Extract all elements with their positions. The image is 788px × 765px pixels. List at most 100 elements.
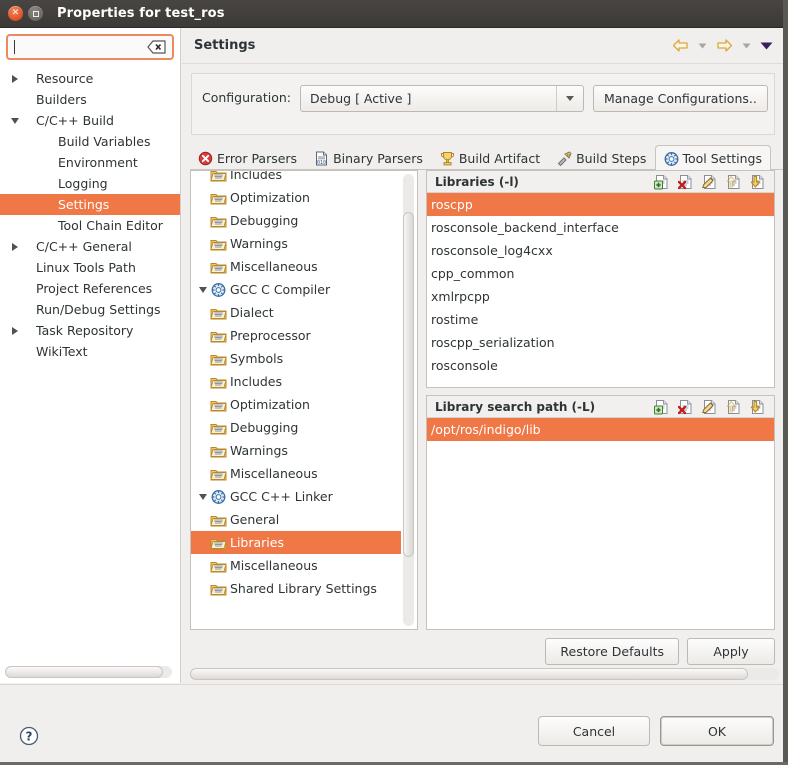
tool-tree-item-label: Shared Library Settings: [230, 581, 377, 596]
move-down-icon[interactable]: [750, 174, 766, 190]
tool-tree-item-optimization[interactable]: Optimization: [191, 393, 401, 416]
list-item[interactable]: roscpp_serialization: [427, 331, 774, 354]
title-bar: ✕ Properties for test_ros: [0, 0, 788, 28]
delete-icon[interactable]: [678, 399, 694, 415]
list-item[interactable]: xmlrpcpp: [427, 285, 774, 308]
add-icon[interactable]: [654, 399, 670, 415]
delete-icon[interactable]: [678, 174, 694, 190]
sidebar-item-logging[interactable]: Logging: [0, 173, 180, 194]
libraries-list: roscpp rosconsole_backend_interface roscon…: [427, 193, 774, 387]
sidebar-item-settings[interactable]: Settings: [0, 194, 180, 215]
tool-tree-item-includes[interactable]: Includes: [191, 171, 401, 186]
tool-tree-item-warnings[interactable]: Warnings: [191, 232, 401, 255]
maximize-icon[interactable]: [28, 6, 43, 21]
search-input[interactable]: [6, 34, 174, 60]
tool-tree-item-gcc-c-linker[interactable]: GCC C++ Linker: [191, 485, 401, 508]
edit-icon[interactable]: [702, 399, 718, 415]
tool-tree-item-dialect[interactable]: Dialect: [191, 301, 401, 324]
sidebar-item-label: Logging: [58, 176, 108, 191]
sidebar-item-linux-tools-path[interactable]: Linux Tools Path: [0, 257, 180, 278]
expand-arrow-icon[interactable]: [4, 68, 26, 89]
manage-configurations-button[interactable]: Manage Configurations..: [592, 85, 768, 112]
tool-tree-item-debugging[interactable]: Debugging: [191, 209, 401, 232]
tool-tree-vertical-scrollbar[interactable]: [403, 174, 415, 626]
sidebar-item-tool-chain-editor[interactable]: Tool Chain Editor: [0, 215, 180, 236]
clear-icon[interactable]: [147, 40, 166, 54]
view-menu-icon[interactable]: [758, 40, 775, 52]
tab-binary-parsers[interactable]: 010 Binary Parsers: [306, 145, 432, 170]
tool-tree-item-miscellaneous[interactable]: Miscellaneous: [191, 255, 401, 278]
tool-tree-item-warnings[interactable]: Warnings: [191, 439, 401, 462]
folder-icon: [210, 305, 227, 321]
sidebar-horizontal-scrollbar[interactable]: [5, 666, 172, 678]
list-item[interactable]: /opt/ros/indigo/lib: [427, 418, 774, 441]
sidebar-item-builders[interactable]: Builders: [0, 89, 180, 110]
back-dropdown-icon[interactable]: [696, 41, 709, 51]
tool-settings-icon: [663, 151, 679, 166]
back-arrow-icon[interactable]: [670, 37, 691, 54]
tool-tree-item-miscellaneous[interactable]: Miscellaneous: [191, 554, 401, 577]
tool-tree-item-shared-library-settings[interactable]: Shared Library Settings: [191, 577, 401, 600]
tool-tree-item-general[interactable]: General: [191, 508, 401, 531]
scrollbar-thumb[interactable]: [190, 668, 748, 680]
edit-icon[interactable]: [702, 174, 718, 190]
page-horizontal-scrollbar[interactable]: [190, 668, 779, 681]
page-navigation: [670, 37, 775, 54]
sidebar-item-build-variables[interactable]: Build Variables: [0, 131, 180, 152]
configuration-select[interactable]: Debug [ Active ]: [299, 85, 584, 112]
sidebar-item-task-repository[interactable]: Task Repository: [0, 320, 180, 341]
expand-arrow-icon[interactable]: [4, 320, 26, 341]
tool-tree-item-label: GCC C Compiler: [230, 282, 331, 297]
tool-tree-item-debugging[interactable]: Debugging: [191, 416, 401, 439]
help-icon[interactable]: ?: [19, 726, 39, 746]
add-icon[interactable]: [654, 174, 670, 190]
tab-strip: Error Parsers 010 Binary Parsers Build Arti…: [190, 144, 783, 170]
list-item[interactable]: rosconsole_log4cxx: [427, 239, 774, 262]
forward-dropdown-icon[interactable]: [740, 41, 753, 51]
move-up-icon[interactable]: [726, 174, 742, 190]
tool-tree-item-optimization[interactable]: Optimization: [191, 186, 401, 209]
linker-libraries-column: Libraries (-l) roscpp rosconsole_backend_…: [426, 170, 775, 630]
sidebar-item-environment[interactable]: Environment: [0, 152, 180, 173]
tab-label: Build Steps: [576, 150, 647, 166]
sidebar-item-c-c-general[interactable]: C/C++ General: [0, 236, 180, 257]
ok-button[interactable]: OK: [660, 716, 774, 746]
forward-arrow-icon[interactable]: [714, 37, 735, 54]
list-item[interactable]: rosconsole: [427, 354, 774, 377]
tab-error-parsers[interactable]: Error Parsers: [190, 145, 306, 170]
apply-button[interactable]: Apply: [687, 638, 775, 665]
tool-tree-item-miscellaneous[interactable]: Miscellaneous: [191, 462, 401, 485]
sidebar-item-wikitext[interactable]: WikiText: [0, 341, 180, 362]
cancel-button[interactable]: Cancel: [538, 716, 650, 746]
collapse-arrow-icon[interactable]: [195, 493, 210, 500]
sidebar-item-project-references[interactable]: Project References: [0, 278, 180, 299]
tab-build-artifact[interactable]: Build Artifact: [432, 145, 549, 170]
collapse-arrow-icon[interactable]: [4, 110, 26, 131]
restore-defaults-button[interactable]: Restore Defaults: [545, 638, 679, 665]
list-item[interactable]: roscpp: [427, 193, 774, 216]
tab-tool-settings[interactable]: Tool Settings: [655, 145, 771, 170]
tab-build-steps[interactable]: Build Steps: [549, 145, 655, 170]
sidebar-tree: Resource Builders C/C++ Build Build Variabl…: [0, 68, 180, 362]
tool-tree-item-libraries[interactable]: Libraries: [191, 531, 401, 554]
sidebar-item-run-debug-settings[interactable]: Run/Debug Settings: [0, 299, 180, 320]
expand-arrow-icon[interactable]: [4, 236, 26, 257]
collapse-arrow-icon[interactable]: [195, 286, 210, 293]
move-down-icon[interactable]: [750, 399, 766, 415]
tool-tree-item-symbols[interactable]: Symbols: [191, 347, 401, 370]
chevron-down-icon[interactable]: [555, 86, 583, 111]
tool-tree-item-gcc-c-compiler[interactable]: GCC C Compiler: [191, 278, 401, 301]
sidebar-item-c-c-build[interactable]: C/C++ Build: [0, 110, 180, 131]
list-item[interactable]: rostime: [427, 308, 774, 331]
scrollbar-thumb[interactable]: [5, 666, 163, 678]
window-title: Properties for test_ros: [57, 6, 225, 21]
move-up-icon[interactable]: [726, 399, 742, 415]
close-icon[interactable]: ✕: [8, 6, 23, 21]
sidebar-item-resource[interactable]: Resource: [0, 68, 180, 89]
list-item[interactable]: cpp_common: [427, 262, 774, 285]
scrollbar-thumb[interactable]: [403, 212, 414, 557]
folder-icon: [210, 397, 227, 413]
list-item[interactable]: rosconsole_backend_interface: [427, 216, 774, 239]
tool-tree-item-includes[interactable]: Includes: [191, 370, 401, 393]
tool-tree-item-preprocessor[interactable]: Preprocessor: [191, 324, 401, 347]
